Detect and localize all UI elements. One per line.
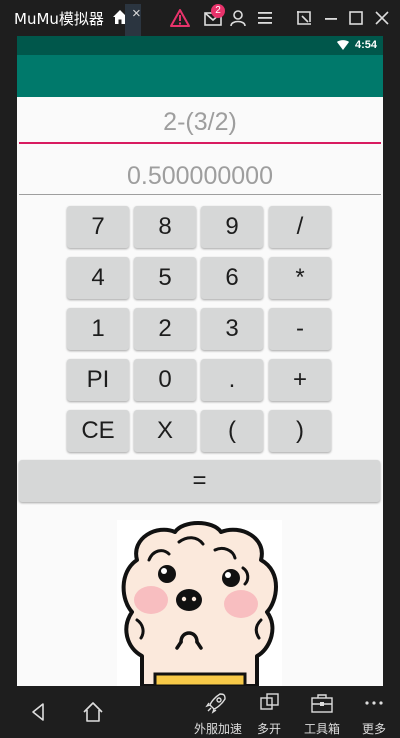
key-7[interactable]: 7 bbox=[67, 206, 129, 248]
app-bar bbox=[17, 55, 383, 97]
maximize-icon[interactable] bbox=[346, 8, 366, 28]
emulator-titlebar: MuMu模拟器 × 2 bbox=[0, 0, 400, 36]
status-time: 4:54 bbox=[354, 39, 377, 51]
key-2[interactable]: 2 bbox=[134, 308, 196, 350]
key-backspace[interactable]: X bbox=[134, 410, 196, 452]
key-5[interactable]: 5 bbox=[134, 257, 196, 299]
status-bar: 4:54 bbox=[17, 36, 383, 55]
key-multiply[interactable]: * bbox=[269, 257, 331, 299]
key-3[interactable]: 3 bbox=[201, 308, 263, 350]
key-divide[interactable]: / bbox=[269, 206, 331, 248]
toolbox-icon[interactable] bbox=[310, 692, 334, 714]
key-8[interactable]: 8 bbox=[134, 206, 196, 248]
key-close-paren[interactable]: ) bbox=[269, 410, 331, 452]
back-icon[interactable] bbox=[30, 702, 46, 722]
nav-label-accelerate[interactable]: 外服加速 bbox=[194, 720, 242, 737]
nav-label-multi-open[interactable]: 多开 bbox=[257, 720, 281, 737]
screenshot-icon[interactable] bbox=[294, 8, 314, 28]
key-9[interactable]: 9 bbox=[201, 206, 263, 248]
key-clear[interactable]: CE bbox=[67, 410, 129, 452]
account-icon[interactable] bbox=[228, 8, 248, 28]
key-open-paren[interactable]: ( bbox=[201, 410, 263, 452]
more-icon[interactable] bbox=[364, 692, 384, 714]
key-1[interactable]: 1 bbox=[67, 308, 129, 350]
notification-badge: 2 bbox=[211, 4, 225, 18]
alert-icon[interactable] bbox=[170, 8, 190, 28]
sheep-illustration bbox=[117, 520, 282, 686]
minimize-icon[interactable] bbox=[321, 8, 341, 28]
wifi-icon bbox=[337, 40, 349, 50]
emulator-bottom-bar: 外服加速 多开 工具箱 更多 bbox=[0, 686, 400, 738]
equals-button[interactable]: = bbox=[19, 460, 380, 502]
key-6[interactable]: 6 bbox=[201, 257, 263, 299]
multi-window-icon[interactable] bbox=[259, 692, 281, 714]
menu-icon[interactable] bbox=[255, 8, 275, 28]
window-title: MuMu模拟器 bbox=[14, 10, 104, 28]
nav-label-toolbox[interactable]: 工具箱 bbox=[304, 720, 340, 737]
android-screen: 4:54 2-(3/2) 0.500000000 7 8 9/ 4 5 6 * 1 2 3- PI 0… bbox=[17, 36, 383, 686]
rocket-icon[interactable] bbox=[205, 692, 227, 714]
key-decimal[interactable]: . bbox=[201, 359, 263, 401]
key-pi[interactable]: PI bbox=[67, 359, 129, 401]
close-icon[interactable] bbox=[372, 8, 392, 28]
nav-label-more[interactable]: 更多 bbox=[362, 720, 386, 737]
key-minus[interactable]: - bbox=[269, 308, 331, 350]
result-display: 0.500000000 bbox=[19, 156, 381, 195]
key-0[interactable]: 0 bbox=[134, 359, 196, 401]
tab-close-button[interactable]: × bbox=[132, 5, 141, 22]
expression-input[interactable]: 2-(3/2) bbox=[19, 102, 381, 144]
key-plus[interactable]: + bbox=[269, 359, 331, 401]
home-nav-icon[interactable] bbox=[82, 701, 104, 723]
key-4[interactable]: 4 bbox=[67, 257, 129, 299]
